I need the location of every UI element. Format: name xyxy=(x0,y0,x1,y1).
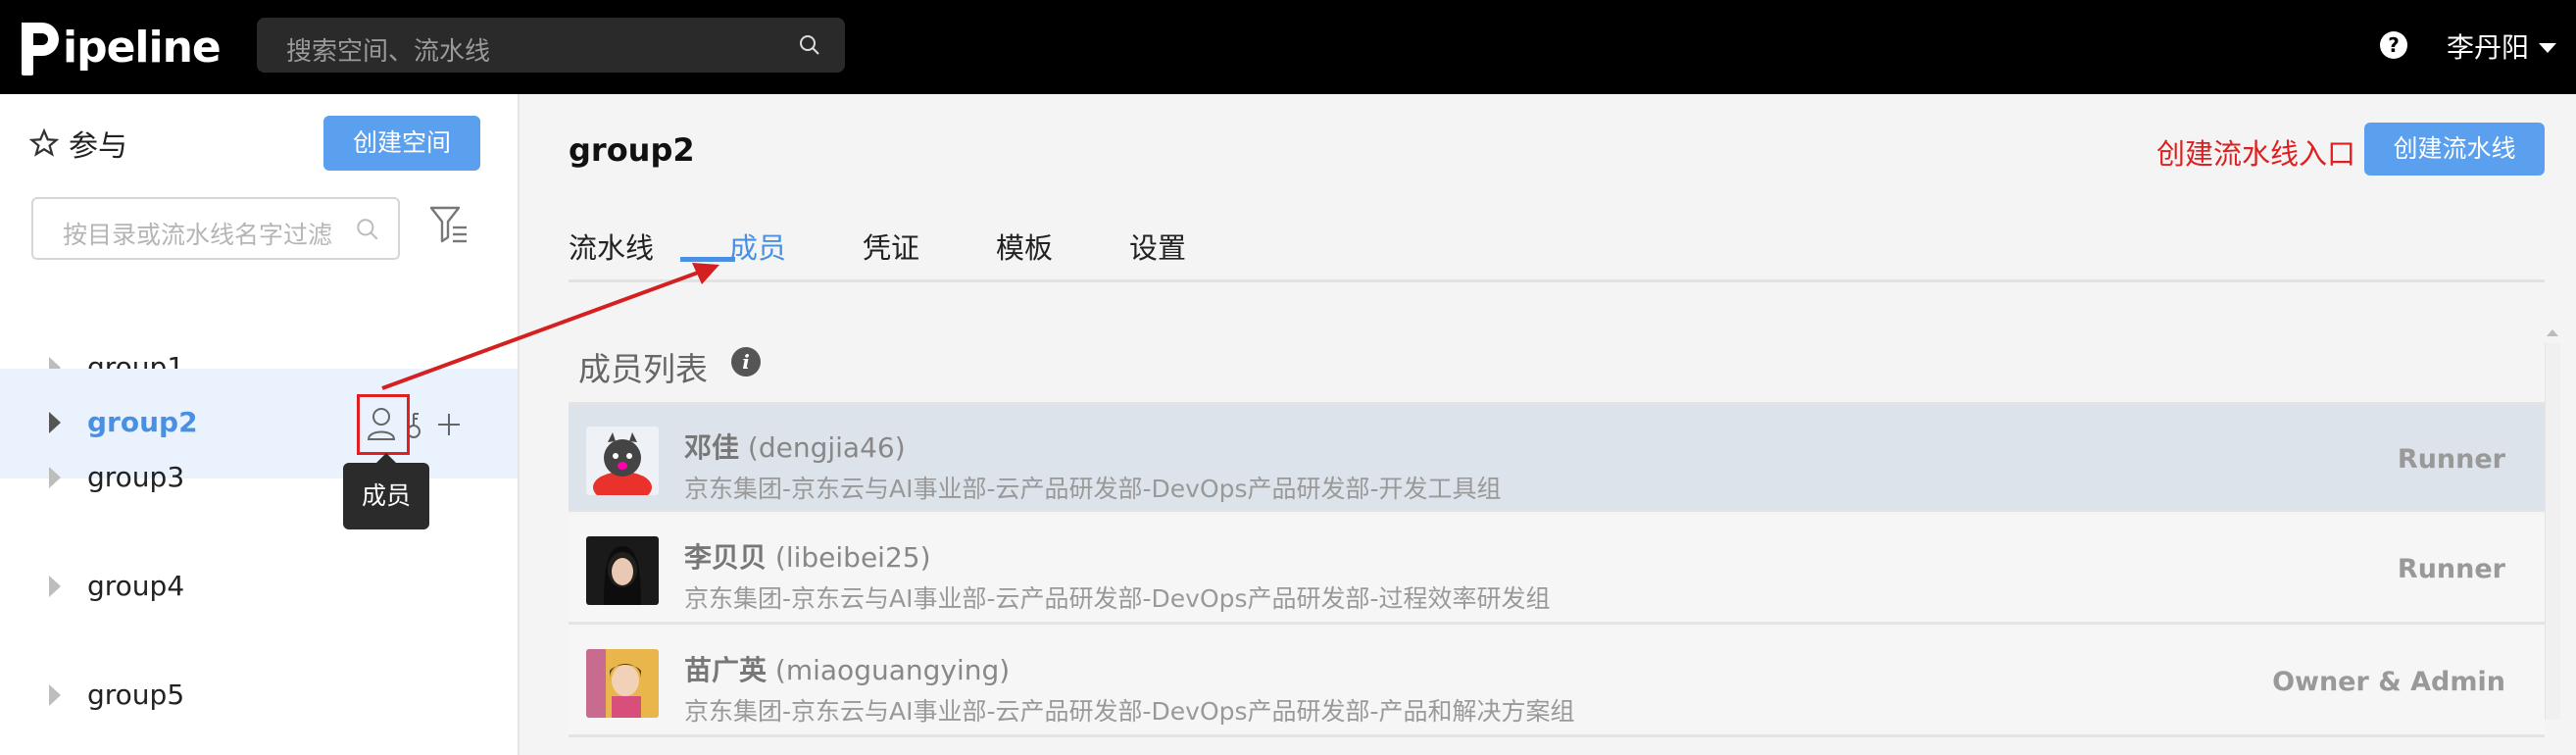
member-name: 李贝贝 (libeibei25) xyxy=(684,541,931,574)
member-name: 苗广英 (miaoguangying) xyxy=(684,654,1011,686)
tab-bar: 流水线 成员 凭证 模板 设置 xyxy=(569,212,2545,282)
page-title: group2 xyxy=(569,131,695,169)
help-icon[interactable]: ? xyxy=(2380,31,2407,59)
favorites-label: 参与 xyxy=(69,129,127,164)
search-icon xyxy=(357,219,378,240)
member-department: 京东集团-京东云与AI事业部-云产品研发部-DevOps产品研发部-产品和解决方… xyxy=(684,697,1575,726)
sidebar-item-group5[interactable]: group5 xyxy=(0,641,518,751)
avatar xyxy=(586,427,659,495)
member-list-title: 成员列表 xyxy=(578,350,708,388)
info-icon[interactable]: i xyxy=(731,347,761,377)
create-pipeline-annotation: 创建流水线入口 xyxy=(2156,137,2356,171)
group-name: group3 xyxy=(87,461,185,493)
logo-p-mark xyxy=(20,19,59,76)
search-icon[interactable] xyxy=(798,33,821,57)
star-icon xyxy=(29,128,59,157)
tab-settings[interactable]: 设置 xyxy=(1129,226,1186,267)
filter-placeholder: 按目录或流水线名字过滤 xyxy=(63,221,333,249)
tab-members[interactable]: 成员 xyxy=(729,226,786,267)
global-search-input[interactable]: 搜索空间、流水线 xyxy=(257,18,845,73)
caret-right-icon[interactable] xyxy=(49,576,61,597)
group-name: group4 xyxy=(87,570,185,602)
user-menu[interactable]: 李丹阳 xyxy=(2447,26,2529,66)
member-row[interactable]: 苗广英 (miaoguangying) 京东集团-京东云与AI事业部-云产品研发… xyxy=(569,628,2545,737)
tab-templates[interactable]: 模板 xyxy=(996,226,1053,267)
avatar xyxy=(586,649,659,718)
logo-text: ipeline xyxy=(63,22,222,73)
create-pipeline-button[interactable]: 创建流水线 xyxy=(2364,123,2545,176)
group-name: group5 xyxy=(87,679,185,711)
pipeline-logo[interactable]: ipeline xyxy=(20,18,222,76)
member-department: 京东集团-京东云与AI事业部-云产品研发部-DevOps产品研发部-开发工具组 xyxy=(684,475,1502,503)
search-placeholder: 搜索空间、流水线 xyxy=(286,37,491,67)
avatar xyxy=(586,536,659,605)
active-tab-indicator xyxy=(680,257,735,262)
sidebar-filter-input[interactable]: 按目录或流水线名字过滤 xyxy=(31,197,400,260)
main-panel: group2 创建流水线入口 创建流水线 流水线 成员 凭证 模板 设置 成员列… xyxy=(520,94,2576,755)
create-space-button[interactable]: 创建空间 xyxy=(323,116,480,171)
member-role: Runner xyxy=(2397,554,2505,584)
member-icon-highlight xyxy=(357,394,410,455)
sidebar-item-group4[interactable]: group4 xyxy=(0,532,518,642)
member-role: Owner & Admin xyxy=(2272,667,2505,697)
member-row[interactable]: 李贝贝 (libeibei25) 京东集团-京东云与AI事业部-云产品研发部-D… xyxy=(569,515,2545,625)
member-name: 邓佳 (dengjia46) xyxy=(684,431,906,464)
sidebar-item-group3[interactable]: group3 xyxy=(0,424,518,533)
top-bar: ipeline 搜索空间、流水线 ? 李丹阳 xyxy=(0,0,2576,94)
scrollbar[interactable] xyxy=(2545,343,2560,720)
scroll-up-arrow[interactable] xyxy=(2547,329,2558,336)
caret-right-icon[interactable] xyxy=(49,684,61,706)
tab-credentials[interactable]: 凭证 xyxy=(863,226,919,267)
tab-pipelines[interactable]: 流水线 xyxy=(569,226,654,267)
member-role: Runner xyxy=(2397,444,2505,475)
caret-right-icon[interactable] xyxy=(49,467,61,488)
chevron-down-icon[interactable] xyxy=(2539,43,2556,53)
sidebar: 参与 创建空间 按目录或流水线名字过滤 group1 group2 group3… xyxy=(0,94,520,755)
filter-icon[interactable] xyxy=(427,204,471,247)
tooltip: 成员 xyxy=(343,453,429,529)
member-row[interactable]: 邓佳 (dengjia46) 京东集团-京东云与AI事业部-云产品研发部-Dev… xyxy=(569,402,2545,512)
favorites-header[interactable]: 参与 xyxy=(29,122,127,165)
member-department: 京东集团-京东云与AI事业部-云产品研发部-DevOps产品研发部-过程效率研发… xyxy=(684,584,1551,613)
